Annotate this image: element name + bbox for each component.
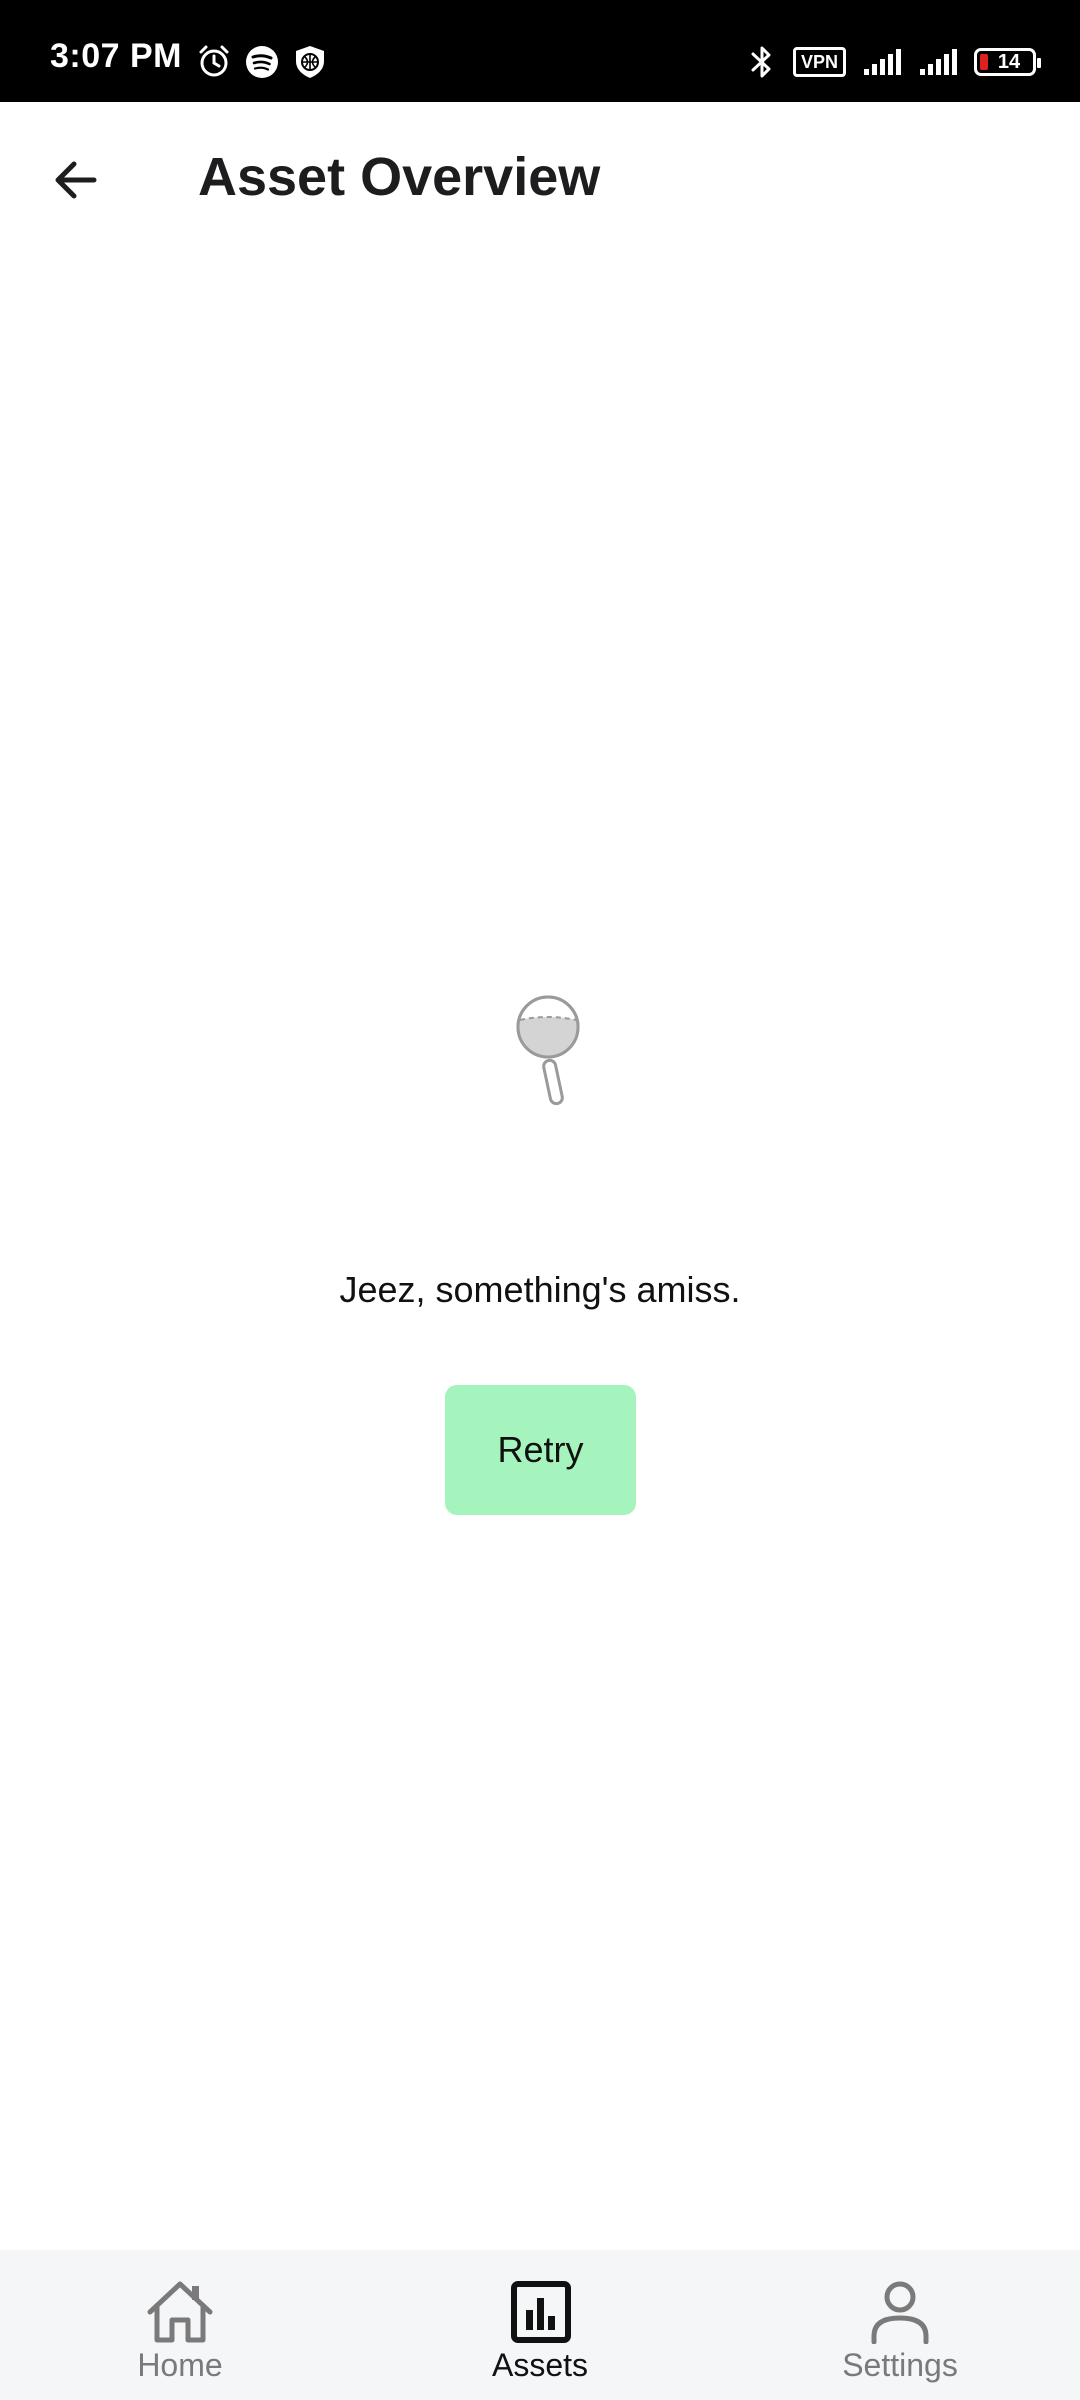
battery-level: 14 xyxy=(997,50,1021,73)
back-button[interactable] xyxy=(40,144,112,216)
status-time: 3:07 PM xyxy=(50,37,182,75)
nav-item-settings[interactable]: Settings xyxy=(720,2250,1080,2400)
person-icon xyxy=(871,2281,929,2344)
bluetooth-icon xyxy=(751,46,771,78)
home-icon xyxy=(147,2281,213,2343)
vpn-shield-icon xyxy=(296,46,324,78)
vpn-badge: VPN xyxy=(792,47,846,77)
nav-item-home[interactable]: Home xyxy=(0,2250,360,2400)
arrow-left-icon xyxy=(55,161,97,199)
alarm-icon xyxy=(199,45,229,77)
screen: 3:07 PM VPN 14 Asset Overview Jeez, some… xyxy=(0,0,1080,2400)
bottom-nav: Home Assets Settings xyxy=(0,2250,1080,2400)
status-left-icons xyxy=(196,44,328,80)
magnifying-glass-icon xyxy=(516,995,580,1106)
spotify-icon xyxy=(246,46,278,78)
nav-label-assets: Assets xyxy=(491,2347,589,2383)
status-bar: 3:07 PM VPN 14 xyxy=(0,0,1080,102)
retry-button[interactable]: Retry xyxy=(445,1385,636,1515)
battery-level-fill xyxy=(980,54,988,70)
bar-chart-icon xyxy=(511,2281,571,2343)
nav-label-settings: Settings xyxy=(842,2347,958,2383)
nav-item-assets[interactable]: Assets xyxy=(360,2250,720,2400)
status-right-icons: VPN 14 xyxy=(747,44,1041,80)
battery-icon: 14 xyxy=(974,48,1041,76)
error-message: Jeez, something's amiss. xyxy=(339,1269,741,1310)
page-title: Asset Overview xyxy=(198,147,601,207)
nav-label-home: Home xyxy=(137,2347,223,2383)
app-bar: Asset Overview xyxy=(0,102,1080,258)
signal-icon xyxy=(920,49,957,75)
signal-icon xyxy=(864,49,901,75)
